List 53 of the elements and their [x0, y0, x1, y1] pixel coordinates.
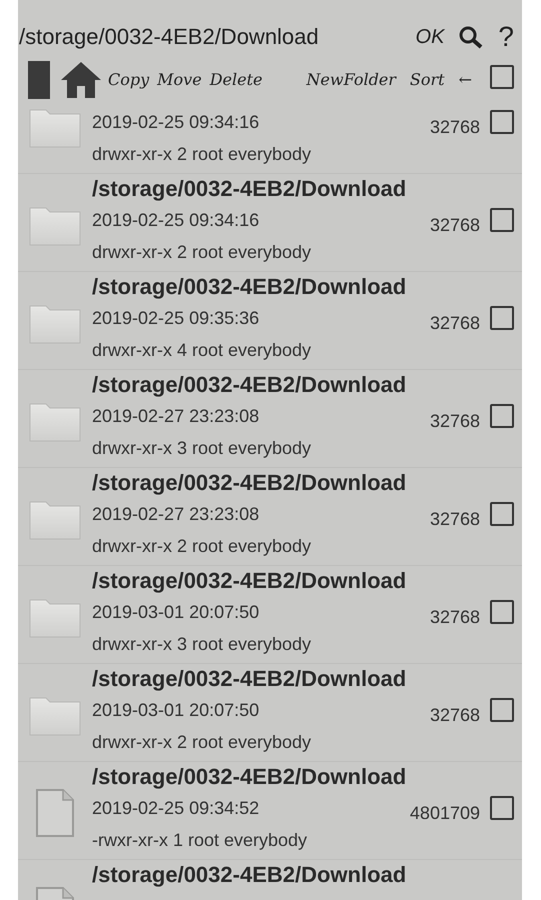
file-size: 32768 — [430, 312, 480, 334]
checkbox[interactable] — [490, 110, 514, 134]
modified-date: 2019-02-25 09:34:16 — [92, 112, 260, 132]
modified-date: 2019-03-01 20:07:50 — [92, 602, 260, 622]
file-size: 32768 — [430, 410, 480, 432]
action-button[interactable]: NewFolder — [306, 70, 396, 89]
action-button[interactable]: Copy — [108, 70, 150, 89]
modified-date: 2019-02-25 09:34:16 — [92, 210, 260, 230]
permissions: drwxr-xr-x 2 root everybody — [92, 731, 312, 754]
modified-date: 2019-03-01 20:07:50 — [92, 700, 260, 720]
file-size: 32768 — [430, 606, 480, 628]
ok-button[interactable]: OK — [416, 26, 444, 48]
permissions: drwxr-xr-x 2 root everybody — [92, 143, 312, 166]
file-size: 32768 — [430, 116, 480, 138]
file-name: /storage/0032-4EB2/Download — [92, 176, 408, 202]
file-icon — [35, 788, 75, 838]
checkbox[interactable] — [490, 208, 514, 232]
file-name: /storage/0032-4EB2/Download — [92, 862, 408, 888]
checkbox[interactable] — [490, 306, 514, 330]
file-size: 32768 — [430, 214, 480, 236]
permissions: -rwxr-xr-x 1 root everybody — [92, 829, 308, 852]
checkbox[interactable] — [490, 600, 514, 624]
file-name: /storage/0032-4EB2/Download — [92, 372, 408, 398]
checkbox[interactable] — [490, 404, 514, 428]
action-button[interactable]: Delete — [210, 70, 262, 89]
checkbox[interactable] — [490, 65, 514, 89]
modified-date: 2019-02-27 23:23:08 — [92, 406, 260, 426]
file-size: 32768 — [430, 508, 480, 530]
checkbox[interactable] — [490, 698, 514, 722]
home-icon[interactable] — [60, 60, 102, 100]
file-name: /storage/0032-4EB2/Download — [92, 274, 408, 300]
file-name: /storage/0032-4EB2/Download — [92, 666, 408, 692]
action-button[interactable]: Move — [157, 70, 202, 89]
search-icon[interactable] — [458, 25, 484, 49]
permissions: drwxr-xr-x 2 root everybody — [92, 241, 312, 264]
file-name: /storage/0032-4EB2/Download — [92, 568, 408, 594]
file-size: 32768 — [430, 704, 480, 726]
action-button[interactable]: Sort — [410, 70, 445, 89]
help-button[interactable]: ? — [498, 21, 514, 53]
current-path: /storage/0032-4EB2/Download — [19, 24, 320, 50]
permissions: drwxr-xr-x 3 root everybody — [92, 437, 312, 460]
checkbox[interactable] — [490, 796, 514, 820]
file-name: /storage/0032-4EB2/Download — [92, 764, 408, 790]
file-name: /storage/0032-4EB2/Download — [92, 470, 408, 496]
file-size: 4801709 — [410, 802, 480, 824]
checkbox[interactable] — [490, 502, 514, 526]
modified-date: 2019-02-25 09:35:36 — [92, 308, 260, 328]
action-button[interactable]: ← — [458, 70, 472, 89]
permissions: drwxr-xr-x 4 root everybody — [92, 339, 312, 362]
permissions: drwxr-xr-x 3 root everybody — [92, 633, 312, 656]
modified-date: 2019-02-25 09:34:52 — [92, 798, 260, 818]
modified-date: 2019-02-27 23:23:08 — [92, 504, 260, 524]
permissions: drwxr-xr-x 2 root everybody — [92, 535, 312, 558]
